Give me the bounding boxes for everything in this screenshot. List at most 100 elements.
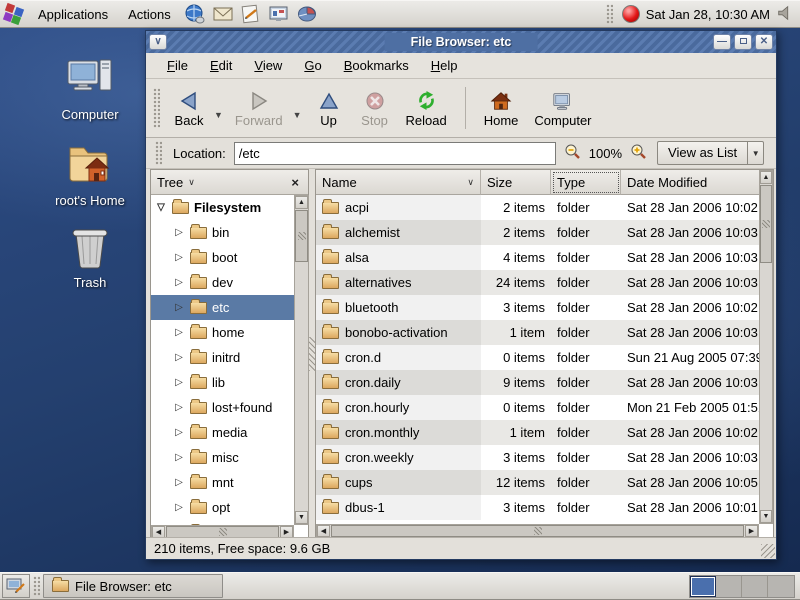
desktop-icon-computer[interactable]: Computer	[40, 56, 140, 122]
scroll-down-button[interactable]: ▼	[295, 511, 308, 524]
workspace-4[interactable]	[768, 576, 794, 597]
clock[interactable]: Sat Jan 28, 10:30 AM	[646, 7, 770, 22]
file-row-cron.weekly[interactable]: cron.weekly3 itemsfolderSat 28 Jan 2006 …	[316, 445, 759, 470]
column-header-type[interactable]: Type	[551, 170, 621, 195]
titlebar[interactable]: ∨ File Browser: etc — ✕	[146, 31, 776, 53]
close-button[interactable]: ✕	[755, 34, 773, 50]
location-input[interactable]	[234, 142, 556, 165]
zoom-in-icon[interactable]	[630, 143, 647, 163]
tree-item-initrd[interactable]: ▷initrd	[151, 345, 294, 370]
minimize-button[interactable]: —	[713, 34, 731, 50]
show-desktop-button[interactable]	[2, 574, 30, 598]
scroll-up-button[interactable]: ▲	[295, 196, 308, 209]
file-row-alsa[interactable]: alsa4 itemsfolderSat 28 Jan 2006 10:03:3	[316, 245, 759, 270]
update-alert-icon[interactable]	[622, 5, 640, 23]
toolbar-computer-button[interactable]: Computer	[526, 86, 599, 131]
menu-edit[interactable]: Edit	[199, 54, 243, 77]
file-row-cron.daily[interactable]: cron.daily9 itemsfolderSat 28 Jan 2006 1…	[316, 370, 759, 395]
menu-file[interactable]: File	[156, 54, 199, 77]
side-pane-close-icon[interactable]: ×	[288, 175, 302, 190]
tree-item-dev[interactable]: ▷dev	[151, 270, 294, 295]
zoom-out-icon[interactable]	[564, 143, 581, 163]
expander-closed-icon[interactable]: ▷	[173, 327, 185, 338]
web-browser-icon[interactable]	[182, 2, 208, 26]
file-row-cron.d[interactable]: cron.d0 itemsfolderSun 21 Aug 2005 07:39…	[316, 345, 759, 370]
view-mode-dropdown[interactable]: View as List ▼	[657, 141, 764, 165]
scrollbar-thumb[interactable]	[295, 210, 308, 262]
toolbar-back-dropdown-icon[interactable]: ▼	[212, 110, 225, 120]
file-row-cron.monthly[interactable]: cron.monthly1 itemfolderSat 28 Jan 2006 …	[316, 420, 759, 445]
tree-item-misc[interactable]: ▷misc	[151, 445, 294, 470]
list-hscrollbar[interactable]: ◀ ▶	[316, 524, 759, 538]
expander-closed-icon[interactable]: ▷	[173, 377, 185, 388]
expander-closed-icon[interactable]: ▷	[173, 277, 185, 288]
impress-icon[interactable]	[266, 2, 292, 26]
column-header-size[interactable]: Size	[481, 170, 551, 195]
list-vscrollbar[interactable]: ▲ ▼	[759, 170, 773, 524]
file-row-acpi[interactable]: acpi2 itemsfolderSat 28 Jan 2006 10:02:5	[316, 195, 759, 220]
tree-vscrollbar[interactable]: ▲ ▼	[294, 195, 309, 525]
file-row-bonobo-activation[interactable]: bonobo-activation1 itemfolderSat 28 Jan …	[316, 320, 759, 345]
file-row-dbus-1[interactable]: dbus-13 itemsfolderSat 28 Jan 2006 10:01…	[316, 495, 759, 520]
tree-item-lib[interactable]: ▷lib	[151, 370, 294, 395]
expander-closed-icon[interactable]: ▷	[173, 252, 185, 263]
scrollbar-thumb[interactable]	[760, 185, 772, 263]
panel-drag-handle[interactable]	[606, 4, 613, 24]
file-row-bluetooth[interactable]: bluetooth3 itemsfolderSat 28 Jan 2006 10…	[316, 295, 759, 320]
tree-item-etc[interactable]: ▷etc	[151, 295, 294, 320]
tree-item-home[interactable]: ▷home	[151, 320, 294, 345]
expander-closed-icon[interactable]: ▷	[173, 302, 185, 313]
expander-closed-icon[interactable]: ▷	[173, 402, 185, 413]
side-pane-title[interactable]: Tree	[157, 175, 183, 190]
column-header-date-modified[interactable]: Date Modified	[621, 170, 759, 195]
toolbar-home-button[interactable]: Home	[476, 86, 527, 131]
tree-item-opt[interactable]: ▷opt	[151, 495, 294, 520]
task-button-file-browser[interactable]: File Browser: etc	[43, 574, 223, 598]
toolbar-forward-dropdown-icon[interactable]: ▼	[291, 110, 304, 120]
distro-menu-icon[interactable]	[1, 2, 27, 26]
file-row-cups[interactable]: cups12 itemsfolderSat 28 Jan 2006 10:05:…	[316, 470, 759, 495]
column-header-name[interactable]: Name∨	[316, 170, 481, 195]
menu-go[interactable]: Go	[293, 54, 332, 77]
menu-bookmarks[interactable]: Bookmarks	[333, 54, 420, 77]
expander-closed-icon[interactable]: ▷	[173, 352, 185, 363]
email-icon[interactable]	[210, 2, 236, 26]
tree-item-lost-found[interactable]: ▷lost+found	[151, 395, 294, 420]
expander-closed-icon[interactable]: ▷	[173, 502, 185, 513]
maximize-button[interactable]	[734, 34, 752, 50]
writer-icon[interactable]	[238, 2, 264, 26]
scroll-right-button[interactable]: ▶	[745, 525, 758, 537]
window-resize-grip[interactable]	[761, 544, 775, 558]
locationbar-drag-handle[interactable]	[155, 141, 162, 165]
scroll-left-button[interactable]: ◀	[317, 525, 330, 537]
menu-view[interactable]: View	[243, 54, 293, 77]
workspace-2[interactable]	[716, 576, 742, 597]
toolbar-back-button[interactable]: Back	[166, 86, 212, 131]
chevron-down-icon[interactable]: ∨	[188, 177, 195, 188]
taskbar-drag-handle[interactable]	[33, 576, 40, 596]
desktop-icon-trash[interactable]: Trash	[40, 224, 140, 290]
scrollbar-thumb[interactable]	[331, 525, 744, 537]
expander-closed-icon[interactable]: ▷	[173, 427, 185, 438]
tree-item-media[interactable]: ▷media	[151, 420, 294, 445]
workspace-1[interactable]	[690, 576, 716, 597]
expander-closed-icon[interactable]: ▷	[173, 452, 185, 463]
expander-closed-icon[interactable]: ▷	[173, 227, 185, 238]
zoom-level[interactable]: 100%	[589, 146, 622, 161]
applications-menu[interactable]: Applications	[28, 1, 118, 27]
toolbar-drag-handle[interactable]	[153, 88, 160, 128]
file-row-alternatives[interactable]: alternatives24 itemsfolderSat 28 Jan 200…	[316, 270, 759, 295]
window-menu-button[interactable]: ∨	[149, 34, 167, 50]
volume-icon[interactable]	[776, 4, 794, 25]
toolbar-up-button[interactable]: Up	[306, 86, 352, 131]
scroll-down-button[interactable]: ▼	[760, 510, 772, 523]
actions-menu[interactable]: Actions	[118, 1, 181, 27]
scroll-up-button[interactable]: ▲	[760, 171, 772, 184]
desktop-icon-home[interactable]: root's Home	[40, 138, 140, 208]
file-row-cron.hourly[interactable]: cron.hourly0 itemsfolderMon 21 Feb 2005 …	[316, 395, 759, 420]
toolbar-reload-button[interactable]: Reload	[398, 86, 455, 131]
tree-item-boot[interactable]: ▷boot	[151, 245, 294, 270]
toolbar-stop-button[interactable]: Stop	[352, 86, 398, 131]
file-row-alchemist[interactable]: alchemist2 itemsfolderSat 28 Jan 2006 10…	[316, 220, 759, 245]
toolbar-forward-button[interactable]: Forward	[227, 86, 291, 131]
